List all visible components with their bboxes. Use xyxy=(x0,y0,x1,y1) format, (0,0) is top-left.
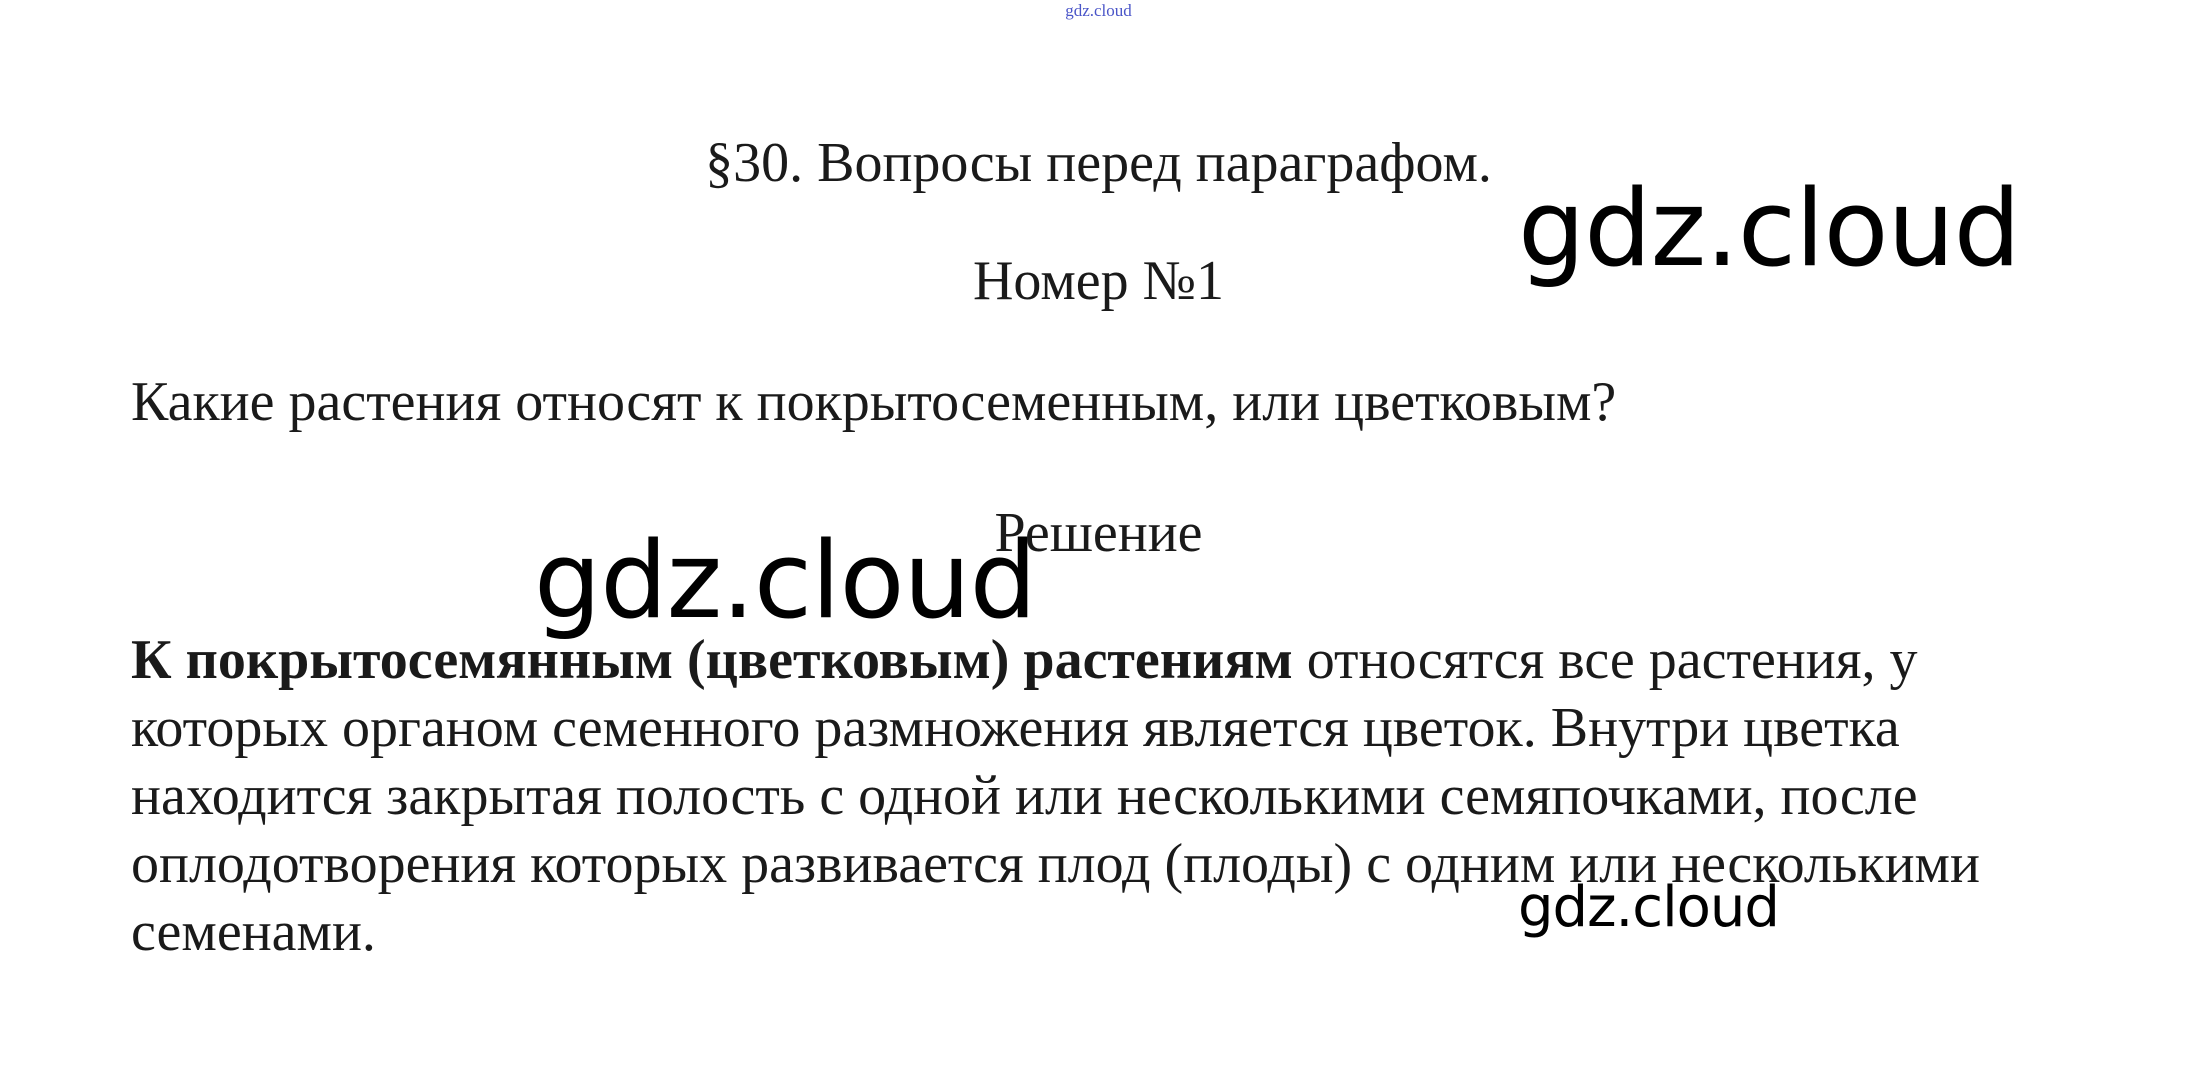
watermark-large-left: gdz.cloud xyxy=(534,519,1037,642)
answer-text: К покрытосемянным (цветковым) растениям … xyxy=(131,626,2091,966)
solution-label: Решение xyxy=(994,502,1203,564)
watermark-small-bottom: gdz.cloud xyxy=(1518,875,1780,940)
watermark-large-right: gdz.cloud xyxy=(1518,167,2021,290)
top-watermark: gdz.cloud xyxy=(1065,1,1132,20)
document-page: { "watermarks": { "top": "gdz.cloud", "l… xyxy=(0,0,2197,1067)
question-text: Какие растения относят к покрытосеменным… xyxy=(131,371,1617,433)
